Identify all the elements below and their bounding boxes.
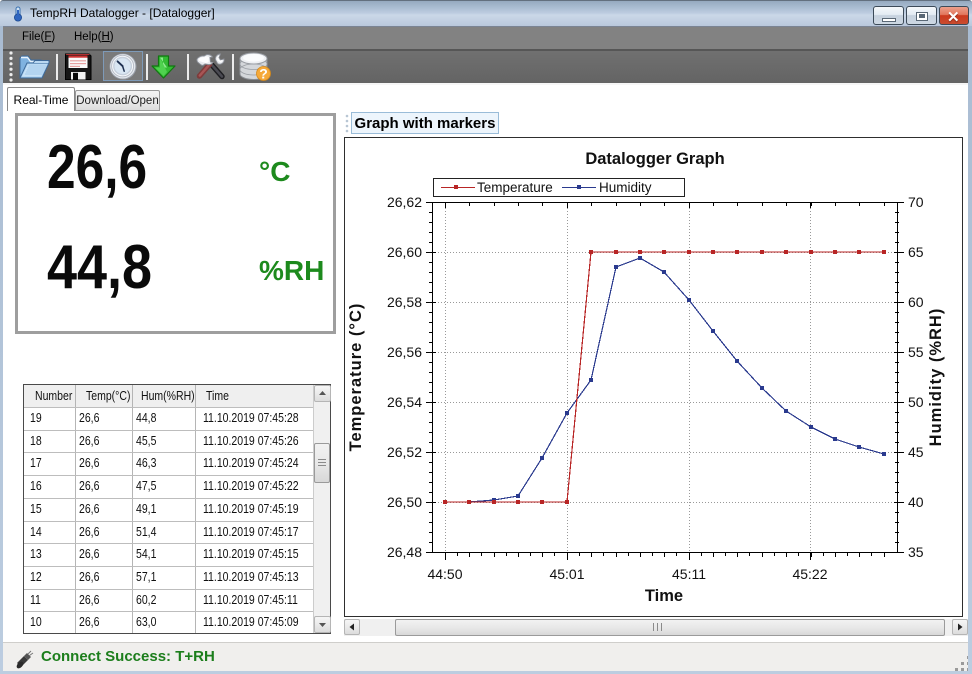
svg-text:26,58: 26,58: [387, 294, 422, 310]
svg-text:26,56: 26,56: [387, 344, 422, 360]
svg-text:Humidity: Humidity: [599, 180, 652, 195]
svg-text:45: 45: [908, 444, 924, 460]
svg-text:60: 60: [908, 294, 924, 310]
svg-text:Datalogger Graph: Datalogger Graph: [585, 150, 724, 168]
svg-text:26,48: 26,48: [387, 544, 422, 560]
svg-text:26,50: 26,50: [387, 494, 422, 510]
svg-text:40: 40: [908, 494, 924, 510]
svg-text:70: 70: [908, 194, 924, 210]
svg-text:26,54: 26,54: [387, 394, 422, 410]
svg-text:55: 55: [908, 344, 924, 360]
svg-text:Humidity (%RH): Humidity (%RH): [927, 308, 945, 447]
svg-text:26,52: 26,52: [387, 444, 422, 460]
svg-text:Temperature: Temperature: [477, 180, 553, 195]
svg-text:?: ?: [259, 66, 268, 82]
svg-text:45:11: 45:11: [672, 566, 706, 582]
svg-text:65: 65: [908, 244, 924, 260]
svg-text:Time: Time: [645, 587, 683, 605]
svg-text:45:22: 45:22: [792, 566, 827, 582]
svg-text:26,62: 26,62: [387, 194, 422, 210]
svg-text:50: 50: [908, 394, 924, 410]
svg-text:45:01: 45:01: [549, 566, 584, 582]
svg-text:Temperature (°C): Temperature (°C): [347, 303, 365, 452]
svg-text:35: 35: [908, 544, 924, 560]
svg-text:44:50: 44:50: [427, 566, 462, 582]
svg-text:26,60: 26,60: [387, 244, 422, 260]
